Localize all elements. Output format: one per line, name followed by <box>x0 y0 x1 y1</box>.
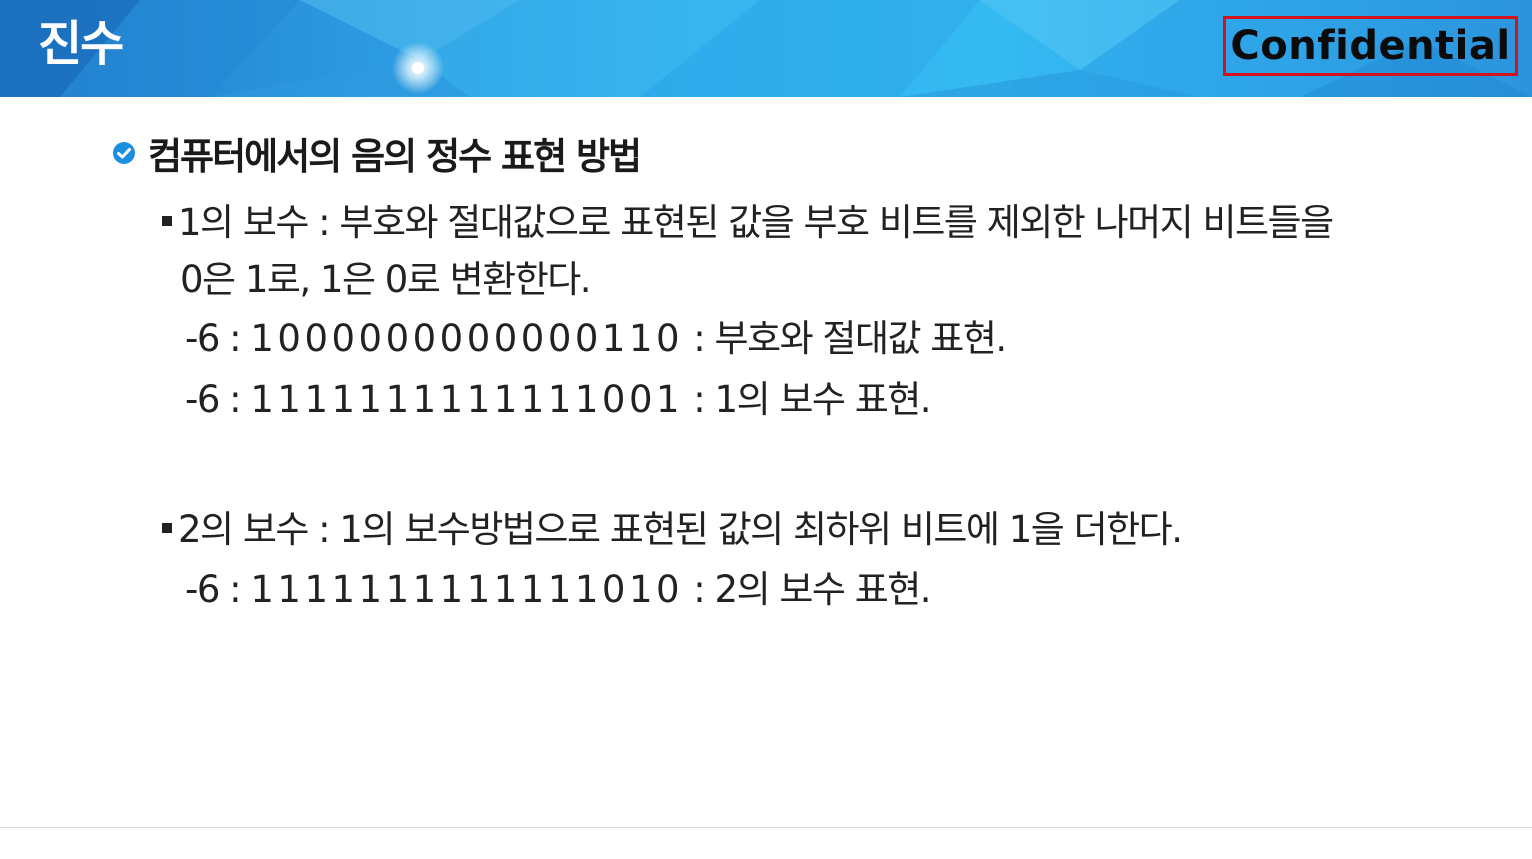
check-circle-icon <box>113 142 135 164</box>
section-title: 컴퓨터에서의 음의 정수 표현 방법 <box>148 135 642 178</box>
bit-string: 1111111111111001 <box>250 378 684 421</box>
example-ones-complement: -6 : 1111111111111001 : 1의 보수 표현. <box>185 378 932 421</box>
confidential-badge: Confidential <box>1223 16 1518 76</box>
example-twos-complement: -6 : 1111111111111010 : 2의 보수 표현. <box>185 568 932 611</box>
example-sign-magnitude: -6 : 1000000000000110 : 부호와 절대값 표현. <box>185 317 1007 360</box>
ones-complement-definition: 1의 보수 : 부호와 절대값으로 표현된 값을 부호 비트를 제외한 나머지 … <box>162 198 1334 248</box>
bit-string: 1111111111111010 <box>250 568 684 611</box>
bullet-square-icon <box>162 215 172 226</box>
bit-string: 1000000000000110 <box>250 317 684 360</box>
ones-complement-definition-cont: 0은 1로, 1은 0로 변환한다. <box>180 258 592 301</box>
footer-divider <box>0 827 1532 828</box>
bullet-square-icon <box>162 522 172 533</box>
slide-title: 진수 <box>38 16 124 72</box>
section-heading: 컴퓨터에서의 음의 정수 표현 방법 <box>112 128 642 178</box>
header-banner: 진수 Confidential <box>0 0 1532 97</box>
slide: 진수 Confidential 컴퓨터에서의 음의 정수 표현 방법 1의 보수… <box>0 0 1532 859</box>
twos-complement-definition: 2의 보수 : 1의 보수방법으로 표현된 값의 최하위 비트에 1을 더한다. <box>162 505 1183 555</box>
